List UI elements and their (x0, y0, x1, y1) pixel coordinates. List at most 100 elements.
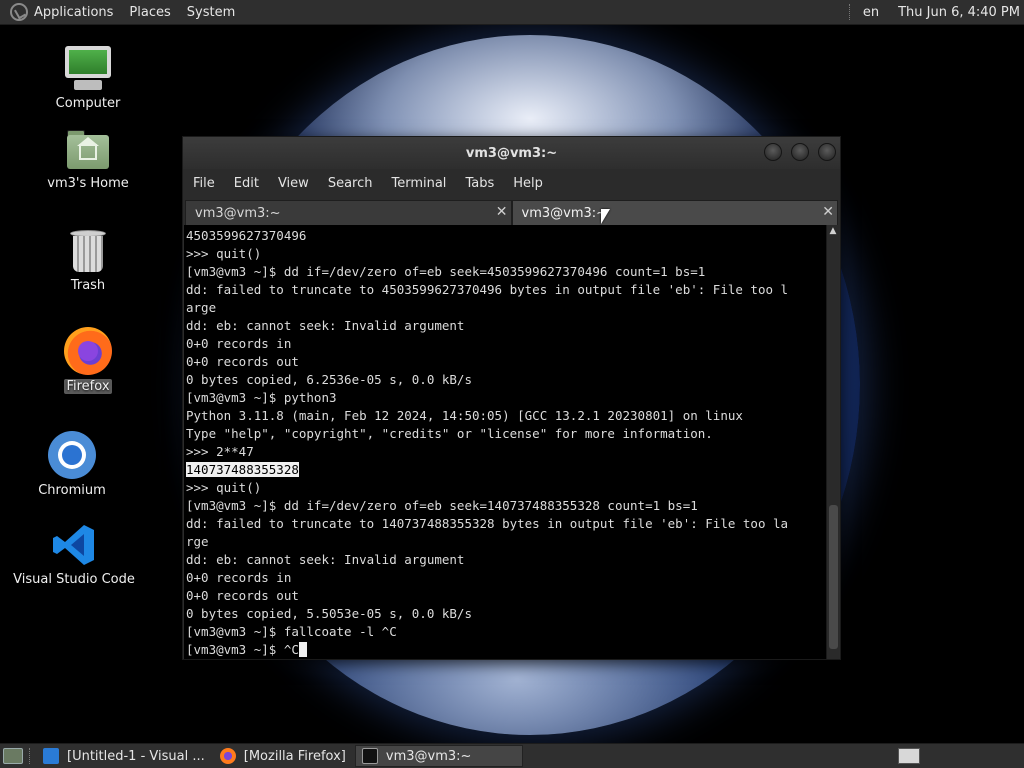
taskbar-item-label: vm3@vm3:~ (385, 748, 472, 764)
desktop-icon-computer[interactable]: Computer (52, 46, 124, 111)
terminal-line: >>> quit() (186, 245, 828, 263)
workspace-switcher[interactable] (898, 748, 920, 764)
desktop-icon-chromium[interactable]: Chromium (36, 431, 108, 498)
taskbar-item-label: [Untitled-1 - Visual ... (67, 748, 205, 764)
window-titlebar[interactable]: vm3@vm3:~ (183, 137, 840, 169)
window-controls (755, 143, 836, 161)
bottom-taskbar: [Untitled-1 - Visual ... [Mozilla Firefo… (0, 743, 1024, 768)
terminal-line: [vm3@vm3 ~]$ dd if=/dev/zero of=eb seek=… (186, 497, 828, 515)
terminal-line-text: 0 bytes copied, 5.5053e-05 s, 0.0 kB/s (186, 606, 472, 621)
terminal-line: [vm3@vm3 ~]$ dd if=/dev/zero of=eb seek=… (186, 263, 828, 281)
taskbar-item-terminal[interactable]: vm3@vm3:~ (354, 745, 523, 767)
terminal-line-text: 0+0 records out (186, 354, 299, 369)
computer-icon (64, 46, 112, 92)
desktop-icon-vscode[interactable]: Visual Studio Code (13, 522, 135, 587)
vscode-icon (51, 522, 97, 568)
places-menu[interactable]: Places (129, 5, 170, 20)
terminal-line-text: 0+0 records in (186, 570, 292, 585)
trash-icon (68, 230, 108, 274)
terminal-output[interactable]: 4503599627370496 >>> quit() [vm3@vm3 ~]$ d… (184, 225, 828, 659)
terminal-tab-2[interactable]: vm3@vm3:~ ✕ (511, 200, 838, 225)
terminal-window[interactable]: vm3@vm3:~ File Edit View Search Terminal… (182, 136, 841, 660)
terminal-line-text: dd: eb: cannot seek: Invalid argument (186, 318, 465, 333)
panel-tray: en Thu Jun 6, 4:40 PM (848, 4, 1024, 20)
desktop-icon-home[interactable]: vm3's Home (44, 130, 132, 191)
show-desktop-icon[interactable] (3, 748, 23, 764)
taskbar-item-label: [Mozilla Firefox] (243, 748, 346, 764)
menu-tabs[interactable]: Tabs (465, 176, 494, 191)
desktop-icon-label: vm3's Home (47, 176, 129, 191)
chromium-icon (48, 431, 96, 479)
terminal-scrollbar[interactable]: ▲ (826, 225, 839, 659)
desktop-icon-label: Computer (55, 96, 121, 111)
terminal-line: dd: eb: cannot seek: Invalid argument (186, 551, 828, 569)
menu-help[interactable]: Help (513, 176, 543, 191)
terminal-tab-1[interactable]: vm3@vm3:~ ✕ (185, 200, 512, 225)
panel-separator (848, 4, 851, 20)
tab-close-icon[interactable]: ✕ (496, 204, 508, 220)
distro-logo-icon[interactable] (10, 3, 28, 21)
clock[interactable]: Thu Jun 6, 4:40 PM (898, 5, 1020, 20)
terminal-line: rge (186, 533, 828, 551)
taskbar-item-vscode[interactable]: [Untitled-1 - Visual ... (37, 745, 211, 767)
menu-file[interactable]: File (193, 176, 215, 191)
terminal-line: 0 bytes copied, 5.5053e-05 s, 0.0 kB/s (186, 605, 828, 623)
taskbar-separator (29, 748, 31, 764)
keyboard-layout-indicator[interactable]: en (863, 5, 879, 20)
menu-view[interactable]: View (278, 176, 309, 191)
maximize-button[interactable] (791, 143, 809, 161)
terminal-line: 0+0 records out (186, 587, 828, 605)
terminal-icon (361, 748, 378, 764)
vscode-icon (43, 748, 59, 764)
menu-terminal[interactable]: Terminal (391, 176, 446, 191)
terminal-menubar: File Edit View Search Terminal Tabs Help (183, 169, 840, 197)
terminal-line-text: dd: eb: cannot seek: Invalid argument (186, 552, 465, 567)
scrollbar-thumb[interactable] (829, 505, 838, 649)
mouse-pointer-icon (601, 209, 610, 224)
terminal-line-text: 4503599627370496 (186, 228, 307, 243)
scroll-up-arrow-icon[interactable]: ▲ (827, 225, 839, 237)
firefox-icon (64, 327, 112, 375)
terminal-line: arge (186, 299, 828, 317)
terminal-line-text: 0+0 records out (186, 588, 299, 603)
taskbar-item-firefox[interactable]: [Mozilla Firefox] (214, 745, 352, 767)
tab-label: vm3@vm3:~ (521, 205, 608, 221)
terminal-line-text: rge (186, 534, 209, 549)
terminal-line-text: Python 3.11.8 (main, Feb 12 2024, 14:50:… (186, 408, 743, 423)
applications-menu[interactable]: Applications (34, 5, 113, 20)
terminal-line: 0+0 records in (186, 569, 828, 587)
terminal-line: dd: failed to truncate to 45035996273704… (186, 281, 828, 299)
tab-close-icon[interactable]: ✕ (822, 204, 834, 220)
terminal-line-text: [vm3@vm3 ~]$ dd if=/dev/zero of=eb seek=… (186, 498, 698, 513)
desktop-icon-label: Chromium (38, 483, 106, 498)
menu-search[interactable]: Search (328, 176, 373, 191)
terminal-line-text: 0+0 records in (186, 336, 292, 351)
desktop-icon-trash[interactable]: Trash (52, 230, 124, 293)
close-button[interactable] (818, 143, 836, 161)
terminal-line: 0+0 records in (186, 335, 828, 353)
menu-edit[interactable]: Edit (234, 176, 259, 191)
firefox-icon (219, 748, 236, 764)
selected-text: 140737488355328 (186, 462, 299, 477)
terminal-line: dd: failed to truncate to 14073748835532… (186, 515, 828, 533)
terminal-line-text: >>> quit() (186, 480, 262, 495)
tab-label: vm3@vm3:~ (195, 205, 281, 221)
terminal-line-text: Type "help", "copyright", "credits" or "… (186, 426, 713, 441)
terminal-line-text: [vm3@vm3 ~]$ python3 (186, 390, 337, 405)
desktop-icon-label: Trash (70, 278, 106, 293)
terminal-line-text: [vm3@vm3 ~]$ ^C (186, 642, 299, 657)
desktop-icon-firefox[interactable]: Firefox (52, 327, 124, 394)
terminal-line: [vm3@vm3 ~]$ python3 (186, 389, 828, 407)
terminal-tabbar: vm3@vm3:~ ✕ vm3@vm3:~ ✕ (183, 197, 840, 225)
terminal-line-text: dd: failed to truncate to 14073748835532… (186, 516, 789, 531)
terminal-line-text: 0 bytes copied, 6.2536e-05 s, 0.0 kB/s (186, 372, 472, 387)
terminal-line: Type "help", "copyright", "credits" or "… (186, 425, 828, 443)
minimize-button[interactable] (764, 143, 782, 161)
desktop-icon-label: Firefox (64, 379, 112, 394)
desktop-icon-label: Visual Studio Code (13, 572, 135, 587)
system-menu[interactable]: System (187, 5, 235, 20)
terminal-line-text: >>> 2**47 (186, 444, 254, 459)
terminal-line: 0+0 records out (186, 353, 828, 371)
home-folder-icon (65, 130, 111, 172)
terminal-line: 0 bytes copied, 6.2536e-05 s, 0.0 kB/s (186, 371, 828, 389)
